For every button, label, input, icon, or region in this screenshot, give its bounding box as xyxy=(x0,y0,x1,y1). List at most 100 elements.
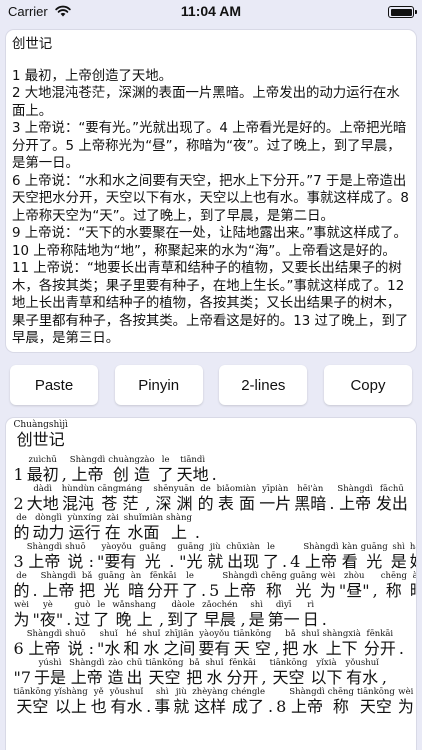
pinyin-word: fēnkāi 分开 xyxy=(364,629,396,658)
hanzi-text: 出 xyxy=(126,668,143,687)
pinyin-annotation: chuàngzào xyxy=(108,455,155,465)
hanzi-text: 把 xyxy=(79,581,96,600)
hanzi-text: 称 xyxy=(265,581,282,600)
pinyin-word: àn暗 xyxy=(128,571,144,600)
hanzi-text: . xyxy=(268,697,274,716)
hanzi-text: 第一 xyxy=(267,610,300,629)
hanzi-text: 了 xyxy=(263,552,280,571)
hanzi-text: "要有 xyxy=(96,552,137,571)
hanzi-text: . xyxy=(169,552,175,571)
pinyin-annotation: shì xyxy=(250,600,263,610)
hanzi-text: 光 xyxy=(366,552,383,571)
pinyin-annotation: guāng xyxy=(139,542,167,552)
pinyin-word: , xyxy=(382,658,387,687)
pinyin-word: kàn 看 xyxy=(342,542,358,571)
hanzi-text: "夜" xyxy=(32,610,64,629)
hanzi-text: 苍 茫 xyxy=(101,494,139,513)
pinyin-line: de 的 dònglì 动力 yùnxíng 运行 zài 在 shuǐmiàn 水面 shàng 上… xyxy=(12,513,410,542)
pinyin-word: Shàngdì 上帝 xyxy=(303,542,338,571)
hanzi-text: . xyxy=(282,552,288,571)
pinyin-annotation: jiù xyxy=(209,542,221,552)
hanzi-text: 3 xyxy=(13,552,24,571)
hanzi-text: 为 xyxy=(13,610,30,629)
hanzi-text: 的 xyxy=(13,581,30,600)
pinyin-annotation: kàn xyxy=(341,542,358,552)
pinyin-word: shēnyuān 深 渊 xyxy=(153,484,194,513)
source-paragraph: 6 上帝说：“水和水之间要有天空，把水上下分开。”7 于是上帝造出天空把水分开，… xyxy=(12,173,414,224)
hanzi-text: 天 空 xyxy=(233,639,271,658)
pinyin-word: chēng 称 xyxy=(328,687,354,716)
copy-button[interactable]: Copy xyxy=(323,365,412,405)
pinyin-word: 5 xyxy=(209,571,219,600)
pinyin-word: , xyxy=(274,629,279,658)
pinyin-word: rì 日 xyxy=(303,600,319,629)
pinyin-annotation: shuǐ xyxy=(301,629,320,639)
pinyin-annotation: àn xyxy=(412,571,416,581)
pinyin-annotation: guāng xyxy=(360,542,388,552)
hanzi-text: 就 xyxy=(173,697,190,716)
pinyin-word: : xyxy=(89,629,94,658)
hanzi-text: , xyxy=(274,639,280,658)
pinyin-word: shuǐ 水 xyxy=(205,658,223,687)
pinyin-annotation: Shàngdì xyxy=(26,542,63,552)
pinyin-annotation: bǎ xyxy=(285,629,296,639)
pinyin-annotation: fēnkāi xyxy=(229,658,256,668)
pinyin-annotation: rì xyxy=(307,600,315,610)
pinyin-annotation: guò xyxy=(74,600,91,610)
pinyin-word: chuàngzào 创 造 xyxy=(108,455,154,484)
pinyin-word: Shàngdì 上帝 xyxy=(27,542,62,571)
pinyin-word: yǐshàng 以上 xyxy=(54,687,87,716)
two-lines-button[interactable]: 2-lines xyxy=(219,365,308,405)
hanzi-text: . xyxy=(146,697,152,716)
hanzi-text: 把 xyxy=(186,668,203,687)
pinyin-word: shuǐ 水 xyxy=(301,629,319,658)
pinyin-word: Shàngdì 上帝 xyxy=(69,658,104,687)
hanzi-text: 这样 xyxy=(194,697,227,716)
pinyin-annotation: zuìchū xyxy=(28,455,57,465)
pinyin-word: Shàngdì 上帝 xyxy=(27,629,62,658)
pinyin-annotation: shuǐ xyxy=(205,658,224,668)
clock-time: 11:04 AM xyxy=(180,3,242,19)
pinyin-word: shuǐ "水 xyxy=(97,629,120,658)
pinyin-button[interactable]: Pinyin xyxy=(114,365,203,405)
pinyin-word: guāng 光 xyxy=(139,542,166,571)
pinyin-word: dònglì 动力 xyxy=(33,513,65,542)
pinyin-word: de 的 xyxy=(14,513,30,542)
hanzi-text: 上 xyxy=(171,523,188,542)
pinyin-word: . xyxy=(329,484,334,513)
paste-button[interactable]: Paste xyxy=(10,365,98,405)
pinyin-word: , xyxy=(373,571,378,600)
hanzi-text: 分开 xyxy=(226,668,259,687)
pinyin-word: . xyxy=(322,600,327,629)
hanzi-text: 水 xyxy=(143,639,160,658)
pinyin-annotation: shuǐmiàn xyxy=(123,513,164,523)
hanzi-text: 天空 xyxy=(16,697,49,716)
pinyin-word: zhījiān 之间 xyxy=(163,629,195,658)
pinyin-word: dàdì 大地 xyxy=(27,484,59,513)
pinyin-output-area[interactable]: Chuàngshìjì 创世记 1 zuìchū 最初, Shàngdì 上帝 chuàngz… xyxy=(6,418,416,750)
source-text-area[interactable]: 创世记 1 最初，上帝创造了天地。 2 大地混沌苍茫，深渊的表面一片黑暗。上帝发出… xyxy=(6,30,416,352)
pinyin-annotation: bǎ xyxy=(81,571,93,581)
hanzi-text: . xyxy=(32,581,38,600)
pinyin-annotation: zài xyxy=(106,513,119,523)
hanzi-text: , xyxy=(159,610,165,629)
pinyin-word: fēnkāi 分开 xyxy=(147,571,179,600)
pinyin-word: wǎnshang 晚 上 xyxy=(112,600,156,629)
pinyin-annotation: yǐshàng xyxy=(54,687,88,697)
action-button-row: Paste Pinyin 2-lines Copy xyxy=(10,365,412,405)
pinyin-annotation: hēi'àn xyxy=(297,484,324,494)
hanzi-text: 是 xyxy=(390,552,407,571)
pinyin-annotation: àn xyxy=(130,571,142,581)
pinyin-annotation: chéngle xyxy=(231,687,266,697)
pinyin-word: . xyxy=(399,629,404,658)
hanzi-text: 早晨 xyxy=(203,610,236,629)
pinyin-title-line: Chuàngshìjì 创世记 xyxy=(12,420,410,449)
hanzi-text: , xyxy=(61,465,67,484)
pinyin-word: , xyxy=(241,600,246,629)
hanzi-text: 4 xyxy=(290,552,301,571)
hanzi-text: 的 xyxy=(197,494,214,513)
hanzi-text: 天空 xyxy=(272,668,305,687)
pinyin-annotation: wèi xyxy=(398,687,414,697)
pinyin-word: guāng 光 xyxy=(290,571,317,600)
pinyin-annotation: le xyxy=(161,455,170,465)
